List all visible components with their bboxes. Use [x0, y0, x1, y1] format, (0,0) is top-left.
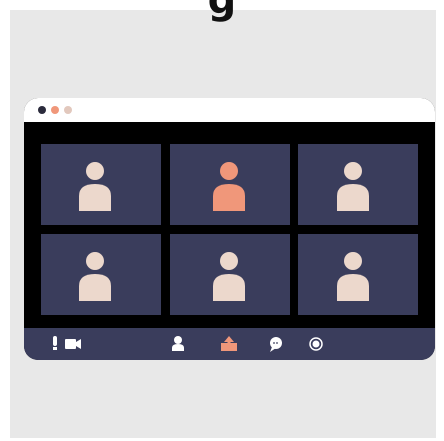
participant-tile-6[interactable] — [298, 234, 418, 315]
record-icon[interactable] — [308, 328, 324, 360]
maximize-dot[interactable] — [64, 106, 72, 114]
partial-title-text: g — [207, 0, 237, 23]
user-silhouette-icon — [213, 252, 245, 301]
window-title-bar — [24, 98, 435, 122]
video-camera-icon[interactable] — [64, 328, 82, 360]
participant-tile-3[interactable] — [298, 144, 418, 225]
video-call-window — [24, 98, 435, 360]
chat-icon[interactable] — [268, 328, 284, 360]
call-toolbar — [24, 328, 435, 360]
user-silhouette-icon — [79, 162, 111, 211]
participants-icon[interactable] — [170, 328, 186, 360]
participant-grid — [41, 144, 418, 315]
participant-tile-5[interactable] — [170, 234, 290, 315]
close-dot[interactable] — [38, 106, 46, 114]
share-screen-icon[interactable] — [219, 328, 239, 360]
participant-tile-4[interactable] — [41, 234, 161, 315]
user-silhouette-icon — [337, 162, 369, 211]
user-silhouette-icon — [337, 252, 369, 301]
minimize-dot[interactable] — [51, 106, 59, 114]
user-silhouette-icon — [213, 162, 245, 211]
user-silhouette-icon — [79, 252, 111, 301]
microphone-icon[interactable] — [50, 328, 60, 360]
participant-tile-2-active[interactable] — [170, 144, 290, 225]
participant-tile-1[interactable] — [41, 144, 161, 225]
